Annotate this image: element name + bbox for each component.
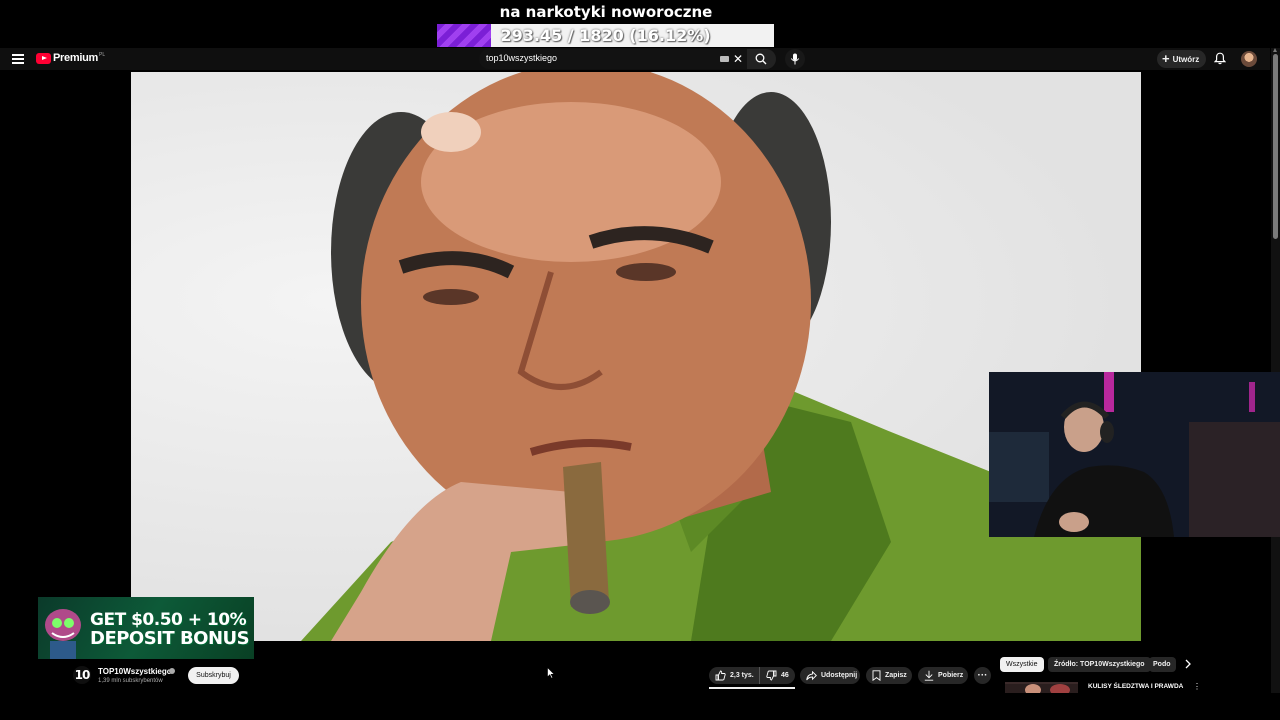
scroll-up-arrow-icon[interactable] xyxy=(1273,48,1277,52)
like-count: 2,3 tys. xyxy=(730,672,754,679)
webcam-feed-image xyxy=(989,372,1280,537)
ad-subheadline: DEPOSIT BONUS xyxy=(90,628,250,649)
chip-all[interactable]: Wszystkie xyxy=(1000,657,1044,672)
logo-region: PL xyxy=(98,52,106,58)
like-underline xyxy=(709,687,795,689)
microphone-icon xyxy=(790,53,800,65)
video-player[interactable] xyxy=(131,72,1141,641)
search-input[interactable]: top10wszystkiego ✕ xyxy=(479,49,747,69)
bookmark-icon xyxy=(872,670,881,681)
casino-ad-banner[interactable]: GET $0.50 + 10% DEPOSIT BONUS xyxy=(38,597,254,659)
save-button[interactable]: Zapisz xyxy=(866,667,912,684)
thumbs-up-icon xyxy=(715,670,726,681)
goal-progress-text: 293.45 / 1820 (16.12%) xyxy=(500,26,711,45)
create-label: Utwórz xyxy=(1172,54,1200,64)
search-input-value[interactable]: top10wszystkiego xyxy=(486,53,557,63)
video-frame-portrait xyxy=(301,72,1141,641)
plus-icon: + xyxy=(1162,51,1170,66)
chip-source-channel[interactable]: Źródło: TOP10Wszystkiego xyxy=(1048,657,1151,672)
create-button[interactable]: + Utwórz xyxy=(1157,50,1206,68)
more-vertical-icon[interactable]: ⋮ xyxy=(1193,683,1201,691)
subscribe-button[interactable]: Subskrybuj xyxy=(188,667,239,684)
mouse-cursor-icon xyxy=(547,667,555,679)
goal-progress-bar: 293.45 / 1820 (16.12%) xyxy=(437,24,774,47)
top-bar: Premium PL top10wszystkiego ✕ + Utwórz xyxy=(0,48,1270,70)
share-icon xyxy=(806,670,817,680)
goal-title: na narkotyki noworoczne xyxy=(499,3,713,21)
chevron-right-icon[interactable] xyxy=(1184,659,1192,669)
download-icon xyxy=(924,670,934,681)
more-actions-button[interactable]: ··· xyxy=(974,667,991,684)
youtube-premium-logo[interactable]: Premium PL xyxy=(36,52,105,64)
like-dislike-group: 2,3 tys. 46 xyxy=(709,667,795,684)
streamer-webcam xyxy=(989,372,1280,537)
clear-search-icon[interactable]: ✕ xyxy=(733,52,743,66)
ad-headline: GET $0.50 + 10% xyxy=(90,610,247,630)
scrollbar-thumb[interactable] xyxy=(1273,54,1278,239)
search-button[interactable] xyxy=(747,49,776,69)
more-horizontal-icon: ··· xyxy=(977,670,988,681)
keyboard-icon[interactable] xyxy=(720,56,729,62)
thumbs-down-icon xyxy=(766,670,777,681)
logo-text: Premium xyxy=(53,52,98,64)
recommendation-thumbnail-image xyxy=(1005,684,1078,693)
channel-avatar[interactable]: 10 xyxy=(73,666,91,684)
channel-name[interactable]: TOP10Wszystkiego xyxy=(98,667,172,676)
save-label: Zapisz xyxy=(885,672,907,679)
share-button[interactable]: Udostępnij xyxy=(800,667,860,684)
notifications-bell-icon[interactable] xyxy=(1214,52,1226,65)
search-icon xyxy=(755,53,767,65)
ad-mascot-icon xyxy=(45,609,81,659)
account-avatar[interactable] xyxy=(1241,51,1257,67)
dislike-count: 46 xyxy=(781,672,789,679)
download-label: Pobierz xyxy=(938,672,964,679)
download-button[interactable]: Pobierz xyxy=(918,667,968,684)
subscriber-count: 1,39 mln subskrybentów xyxy=(98,678,163,684)
recommendation-thumbnail[interactable] xyxy=(1005,682,1078,693)
chip-podcasts[interactable]: Podo xyxy=(1149,657,1176,672)
dislike-button[interactable]: 46 xyxy=(760,670,789,681)
voice-search-button[interactable] xyxy=(785,49,805,69)
recommendation-title[interactable]: KULISY ŚLEDZTWA I PRAWDA xyxy=(1088,683,1183,690)
share-label: Udostępnij xyxy=(821,672,858,679)
page-scrollbar[interactable] xyxy=(1271,48,1280,693)
menu-icon[interactable] xyxy=(12,54,24,64)
like-button[interactable]: 2,3 tys. xyxy=(709,667,760,684)
verified-badge-icon xyxy=(169,668,175,674)
youtube-play-icon xyxy=(36,52,51,64)
